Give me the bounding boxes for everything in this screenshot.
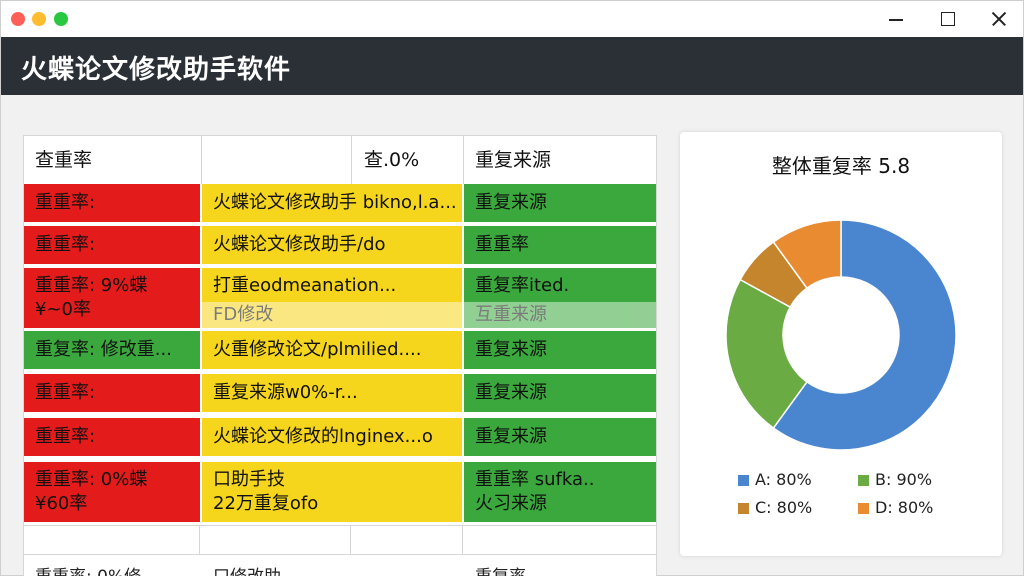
zoom-traffic-light-icon[interactable]: [54, 12, 68, 26]
close-icon[interactable]: [986, 7, 1012, 31]
header-cell-empty: [202, 136, 350, 184]
close-traffic-light-icon[interactable]: [11, 12, 25, 26]
source-cell: 重复率...: [464, 555, 656, 576]
table-row-partial[interactable]: 重重率: 0%修 口修改助 重复率...: [24, 555, 656, 576]
legend-swatch: [858, 475, 869, 486]
title-bar: [1, 1, 1023, 37]
app-title: 火蝶论文修改助手软件: [21, 55, 292, 85]
header-cell-source: 重复来源: [475, 149, 552, 171]
table-row[interactable]: 重重率: 火蝶论文修改助手/do 重重率: [24, 226, 656, 264]
app-header: 火蝶论文修改助手软件: [1, 37, 1023, 95]
source-cell: 重复来源: [464, 374, 656, 412]
legend-swatch: [858, 503, 869, 514]
table-row[interactable]: 重重率: 重复来源w0%-r... 重复来源: [24, 374, 656, 412]
rate-cell: 重重率: 0%蝶 ¥60率: [24, 462, 200, 522]
source-cell: 重复来源: [464, 331, 656, 369]
rate-cell: 重重率: 0%修: [24, 555, 200, 576]
rate-cell: 重重率:: [24, 184, 200, 222]
chart-panel: 整体重复率 5.8 A: 80% B: 90% C: 80% D: 80%: [680, 132, 1002, 556]
table-row[interactable]: 重重率: 0%蝶 ¥60率 口助手技 22万重复ofo 重重率 sufka.. …: [24, 462, 656, 522]
legend-swatch: [738, 475, 749, 486]
content-cell: 火蝶论文修改助手 bikno,l.a...: [202, 184, 462, 222]
source-cell: 重重率: [464, 226, 656, 264]
minimize-traffic-light-icon[interactable]: [32, 12, 46, 26]
table-header-row: 查重率 查.0% 重复来源: [24, 136, 656, 184]
rate-cell: 重复率: 修改重...: [24, 331, 200, 369]
content-cell: 重复来源w0%-r...: [202, 374, 462, 412]
app-window: 火蝶论文修改助手软件 查重率 查.0% 重复来源 重重率: 火蝶论文修改助手 b…: [0, 0, 1024, 576]
legend-label: B: 90%: [875, 470, 933, 489]
legend-swatch: [738, 503, 749, 514]
legend-item: D: 80%: [858, 498, 933, 520]
source-cell: 重复来源: [464, 418, 656, 456]
rate-cell: 重重率:: [24, 418, 200, 456]
table-row[interactable]: 重重率: 火蝶论文修改的lnginex...o 重复来源: [24, 418, 656, 456]
table-row[interactable]: 重重率: 火蝶论文修改助手 bikno,l.a... 重复来源: [24, 184, 656, 222]
content-cell: 火蝶论文修改助手/do: [202, 226, 462, 264]
rate-cell: 重重率:: [24, 226, 200, 264]
legend-label: C: 80%: [755, 498, 813, 517]
legend-label: D: 80%: [875, 498, 934, 517]
content-cell: 火蝶论文修改的lnginex...o: [202, 418, 462, 456]
header-cell-rate: 查重率: [35, 149, 93, 171]
table-row[interactable]: 重重率: 9%蝶 ¥~0率 打重eodmeanation... FD修改 重复率…: [24, 268, 656, 328]
source-cell: 重重率 sufka.. 火习来源: [464, 462, 656, 522]
table-row-empty: [24, 525, 656, 555]
content-cell: 打重eodmeanation... FD修改: [202, 268, 462, 328]
legend-label: A: 80%: [755, 470, 812, 489]
content-cell: 口助手技 22万重复ofo: [202, 462, 462, 522]
donut-chart: [725, 219, 957, 451]
maximize-icon[interactable]: [935, 7, 961, 31]
source-cell: 重复来源: [464, 184, 656, 222]
table-row[interactable]: 重复率: 修改重... 火重修改论文/plmilied.... 重复来源: [24, 331, 656, 369]
results-table: 查重率 查.0% 重复来源 重重率: 火蝶论文修改助手 bikno,l.a...…: [23, 135, 657, 576]
legend-item: B: 90%: [858, 470, 932, 492]
rate-cell: 重重率:: [24, 374, 200, 412]
header-cell-percent: 查.0%: [364, 149, 420, 171]
legend-item: C: 80%: [738, 498, 812, 520]
minimize-icon[interactable]: [883, 7, 909, 31]
rate-cell: 重重率: 9%蝶 ¥~0率: [24, 268, 200, 328]
source-cell: 重复率ited. 互重来源: [464, 268, 656, 328]
content-cell: 口修改助: [202, 555, 462, 576]
content-cell: 火重修改论文/plmilied....: [202, 331, 462, 369]
legend-item: A: 80%: [738, 470, 812, 492]
